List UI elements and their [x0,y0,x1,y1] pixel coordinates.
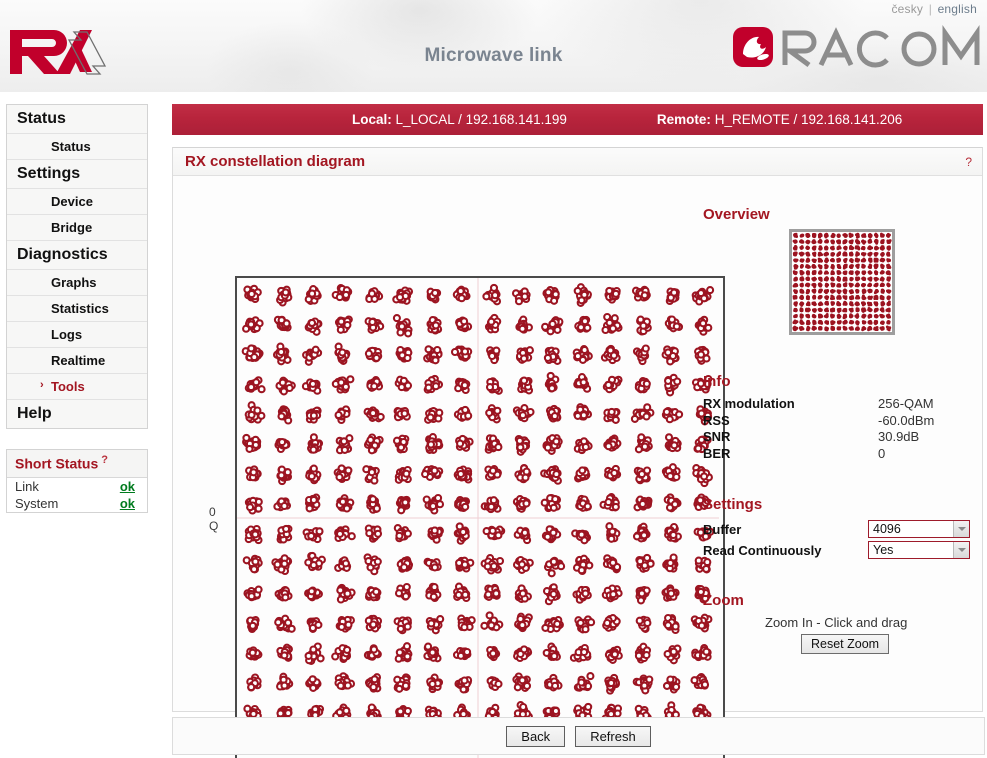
zoom-hint-text: Zoom In - Click and drag [765,615,908,630]
page-header: česky | english Microwave link [0,0,987,92]
sidebar-item-realtime[interactable]: Realtime [7,348,147,374]
overview-svg [792,232,892,332]
chevron-down-icon[interactable] [953,521,969,537]
sidebar-item-help[interactable]: Help [7,400,147,428]
remote-label: Remote: [656,112,711,127]
chevron-right-icon: › [40,379,44,391]
remote-value: H_REMOTE / 192.168.141.206 [714,112,903,127]
remote-station-info: Remote: H_REMOTE / 192.168.141.206 [657,112,902,127]
short-status-row-link: Link ok [7,478,147,495]
sidebar-item-tools-label: Tools [51,379,85,394]
racom-logo [733,24,981,70]
language-separator: | [928,2,933,16]
constellation-plot-area[interactable] [235,276,725,758]
overview-thumbnail-wrap [789,229,983,335]
info-row-snr: SNR 30.9dB [703,429,983,446]
info-rss-label: RSS [703,412,730,428]
local-value: L_LOCAL / 192.168.141.199 [395,112,567,127]
panel-body: 0 Q 0 I Overview Info [173,176,983,758]
constellation-y-axis-label: 0 Q [209,505,219,533]
info-title: Info [703,373,731,390]
short-status-row-system: System ok [7,495,147,512]
info-rss-value: -60.0dBm [878,412,935,428]
sidebar-item-settings-group[interactable]: Settings [7,160,147,189]
short-status-system-value[interactable]: ok [120,496,135,511]
sidebar-item-diagnostics-group[interactable]: Diagnostics [7,241,147,270]
panel-help-icon[interactable]: ? [965,155,972,169]
short-status-help-icon[interactable]: ? [101,454,108,466]
buffer-select[interactable]: 4096 [868,520,970,538]
zoom-title: Zoom [703,592,744,609]
settings-row-read-continuously: Read Continuously Yes [703,540,983,560]
info-section: Info RX modulation 256-QAM RSS -60.0dBm … [703,373,983,462]
info-row-ber: BER 0 [703,446,983,463]
navigation-menu: Status Status Settings Device Bridge Dia… [6,104,148,429]
language-czech-link[interactable]: česky [891,2,923,16]
zoom-section: Zoom Zoom In - Click and drag Reset Zoom [703,592,983,654]
read-continuously-select[interactable]: Yes [868,541,970,559]
sidebar: Status Status Settings Device Bridge Dia… [6,104,148,513]
local-station-info: Local: L_LOCAL / 192.168.141.199 [352,112,567,127]
settings-section: Settings Buffer 4096 Read Continuously Y… [703,496,983,560]
refresh-button[interactable]: Refresh [575,725,651,747]
short-status-box: Short Status? Link ok System ok [6,449,148,513]
sidebar-item-bridge[interactable]: Bridge [7,215,147,241]
info-ber-value: 0 [878,445,886,461]
panel-header: RX constellation diagram ? [173,148,982,176]
info-row-rss: RSS -60.0dBm [703,413,983,430]
sidebar-item-logs[interactable]: Logs [7,322,147,348]
info-snr-value: 30.9dB [878,429,920,444]
sidebar-item-status-group[interactable]: Status [7,105,147,134]
sidebar-item-status[interactable]: Status [7,134,147,160]
info-ber-label: BER [703,445,731,461]
application-page: česky | english Microwave link Status St… [0,0,987,758]
read-continuously-select-value: Yes [873,543,894,557]
link-info-bar: Local: L_LOCAL / 192.168.141.199 Remote:… [172,104,983,135]
language-switcher[interactable]: česky | english [891,2,977,16]
local-label: Local: [352,112,392,127]
short-status-header: Short Status? [7,450,147,478]
sidebar-item-statistics[interactable]: Statistics [7,296,147,322]
side-info-column: Overview Info RX modulation 256-QAM RSS … [703,206,983,654]
short-status-title: Short Status [15,455,99,472]
info-snr-label: SNR [703,429,731,444]
short-status-link-label: Link [15,478,39,494]
short-status-system-label: System [15,495,59,511]
footer-button-bar: Back Refresh [172,717,985,755]
short-status-link-value[interactable]: ok [120,479,135,494]
language-english-link[interactable]: english [938,2,977,16]
main-content: Local: L_LOCAL / 192.168.141.199 Remote:… [172,104,983,758]
panel-title: RX constellation diagram [185,153,366,170]
info-rx-modulation-value: 256-QAM [878,396,934,411]
overview-title: Overview [703,206,770,223]
constellation-panel: RX constellation diagram ? 0 Q 0 I Overv… [172,147,983,758]
settings-title: Settings [703,496,763,513]
sidebar-item-device[interactable]: Device [7,189,147,215]
reset-zoom-button[interactable]: Reset Zoom [801,634,890,654]
buffer-select-value: 4096 [873,522,901,536]
sidebar-item-graphs[interactable]: Graphs [7,270,147,296]
chevron-down-icon[interactable] [953,542,969,558]
info-row-rx-modulation: RX modulation 256-QAM [703,396,983,413]
settings-row-buffer: Buffer 4096 [703,519,983,539]
constellation-svg [237,278,719,758]
sidebar-item-tools[interactable]: › Tools [7,374,147,400]
back-button[interactable]: Back [506,725,566,747]
buffer-label: Buffer [703,521,742,537]
read-continuously-label: Read Continuously [703,542,822,558]
overview-thumbnail[interactable] [789,229,895,335]
info-rx-modulation-label: RX modulation [703,396,795,411]
